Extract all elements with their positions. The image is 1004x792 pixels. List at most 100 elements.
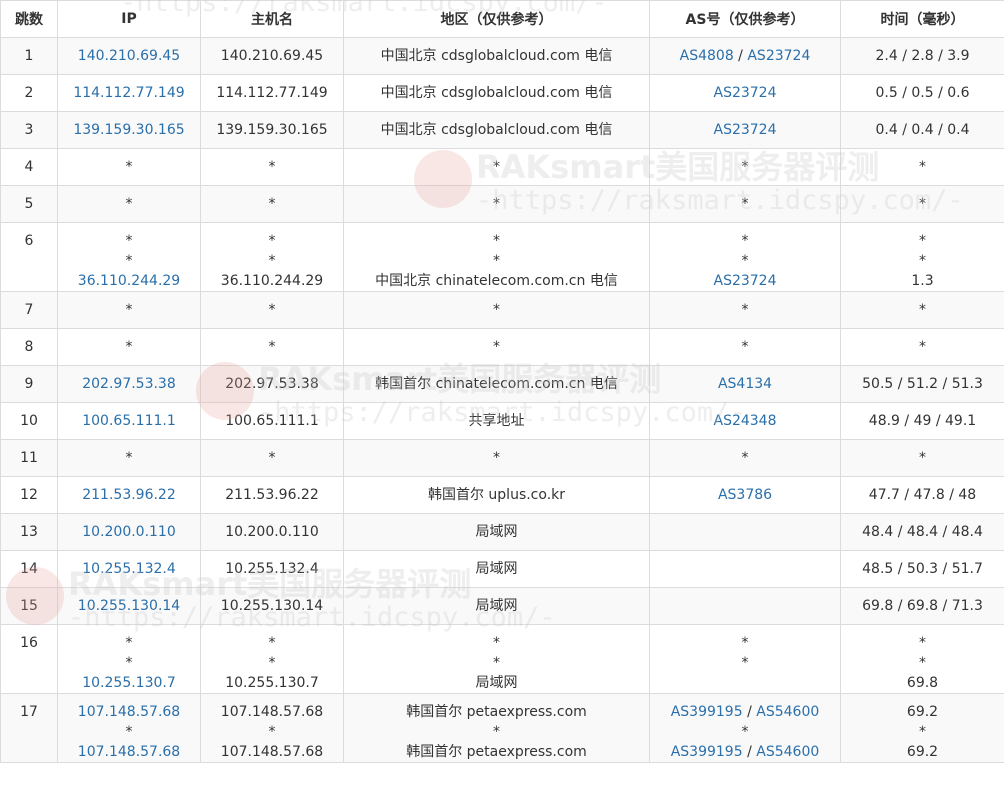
ip-cell: 114.112.77.149: [57, 74, 201, 112]
time-text: 69.2: [906, 744, 939, 760]
hostname-cell: 202.97.53.38: [200, 365, 344, 403]
as-link[interactable]: AS4808: [680, 48, 734, 64]
hostname-cell: *: [200, 148, 344, 186]
as-line: [650, 559, 840, 579]
time-cell: 2.4 / 2.8 / 3.9: [840, 37, 1004, 75]
traceroute-table: 跳数 IP 主机名 地区（仅供参考） AS号（仅供参考） 时间（毫秒） 1 140…: [0, 0, 1004, 763]
hop-number-cell: 15: [0, 587, 58, 625]
as-link[interactable]: AS399195: [671, 704, 743, 720]
host-text: *: [268, 196, 276, 212]
ip-link[interactable]: 107.148.57.68: [58, 742, 200, 762]
ip-link[interactable]: 107.148.57.68: [58, 702, 200, 722]
table-row: 1 140.210.69.45 140.210.69.45 中国北京 cdsgloba…: [0, 37, 1004, 75]
hop-number: 7: [24, 302, 34, 318]
hostname-cell: *: [200, 185, 344, 223]
as-line: AS23724: [650, 83, 840, 103]
ip-link[interactable]: 36.110.244.29: [58, 271, 200, 291]
time-text: 1.3: [911, 273, 934, 289]
as-link[interactable]: AS23724: [714, 122, 777, 138]
time-text: *: [919, 339, 926, 355]
as-line: AS4134: [650, 374, 840, 394]
as-line: AS23724: [650, 120, 840, 140]
as-separator: /: [742, 704, 757, 720]
hostname-cell: 139.159.30.165: [200, 111, 344, 149]
ip-cell: *: [57, 148, 201, 186]
time-cell: *: [840, 328, 1004, 366]
time-cell: 48.5 / 50.3 / 51.7: [840, 550, 1004, 588]
as-cell: [649, 550, 841, 588]
hop-number-cell: 14: [0, 550, 58, 588]
time-text: *: [919, 635, 926, 651]
as-link[interactable]: AS23724: [714, 85, 777, 101]
table-row: 13 10.200.0.110 10.200.0.110 局域网 48.4 / 48.4…: [0, 513, 1004, 551]
ip-text: *: [125, 302, 133, 318]
host-text: 211.53.96.22: [225, 487, 319, 503]
as-link[interactable]: AS54600: [756, 704, 819, 720]
time-cell: 69.2 * 69.2: [840, 693, 1004, 763]
as-cell: AS399195 / AS54600 * AS399195 / AS54600: [649, 693, 841, 763]
ip-link[interactable]: 100.65.111.1: [58, 411, 200, 431]
region-text: 中国北京 chinatelecom.com.cn 电信: [375, 273, 618, 289]
column-header-time: 时间（毫秒）: [840, 0, 1004, 38]
region-cell: * * 局域网: [343, 624, 650, 694]
ip-link[interactable]: 10.255.130.7: [58, 673, 200, 693]
host-text: 140.210.69.45: [220, 48, 324, 64]
as-cell: AS4134: [649, 365, 841, 403]
ip-link[interactable]: 10.255.132.4: [58, 559, 200, 579]
ip-text: *: [125, 655, 133, 671]
ip-link[interactable]: 140.210.69.45: [58, 46, 200, 66]
hostname-cell: 107.148.57.68 * 107.148.57.68: [200, 693, 344, 763]
as-placeholder: *: [741, 339, 749, 355]
time-cell: *: [840, 439, 1004, 477]
as-link[interactable]: AS54600: [756, 744, 819, 760]
ip-cell: *: [57, 439, 201, 477]
ip-link[interactable]: 10.255.130.14: [58, 596, 200, 616]
hostname-cell: 10.200.0.110: [200, 513, 344, 551]
as-link[interactable]: AS4134: [718, 376, 772, 392]
ip-link[interactable]: 211.53.96.22: [58, 485, 200, 505]
as-cell: * * AS23724: [649, 222, 841, 292]
as-cell: * *: [649, 624, 841, 694]
host-text: *: [268, 253, 276, 269]
as-cell: *: [649, 148, 841, 186]
region-cell: * * 中国北京 chinatelecom.com.cn 电信: [343, 222, 650, 292]
ip-link[interactable]: 202.97.53.38: [58, 374, 200, 394]
host-text: 114.112.77.149: [216, 85, 328, 101]
as-line: *: [650, 251, 840, 271]
as-cell: AS24348: [649, 402, 841, 440]
region-text: 韩国首尔 chinatelecom.com.cn 电信: [375, 376, 618, 392]
time-text: *: [919, 253, 926, 269]
table-row: 3 139.159.30.165 139.159.30.165 中国北京 cdsglo…: [0, 111, 1004, 149]
as-link[interactable]: AS399195: [671, 744, 743, 760]
time-cell: *: [840, 291, 1004, 329]
host-text: *: [268, 635, 276, 651]
as-line: [650, 596, 840, 616]
time-cell: 0.5 / 0.5 / 0.6: [840, 74, 1004, 112]
table-header-row: 跳数 IP 主机名 地区（仅供参考） AS号（仅供参考） 时间（毫秒）: [0, 0, 1004, 38]
as-link[interactable]: AS23724: [747, 48, 810, 64]
hostname-cell: 114.112.77.149: [200, 74, 344, 112]
hostname-cell: * * 36.110.244.29: [200, 222, 344, 292]
as-line: AS3786: [650, 485, 840, 505]
as-link[interactable]: AS24348: [714, 413, 777, 429]
hop-number: 3: [24, 122, 34, 138]
hop-number: 13: [20, 524, 38, 540]
ip-link[interactable]: 114.112.77.149: [58, 83, 200, 103]
as-placeholder: *: [741, 253, 749, 269]
ip-link[interactable]: 10.200.0.110: [58, 522, 200, 542]
ip-link[interactable]: 139.159.30.165: [58, 120, 200, 140]
as-line: *: [650, 194, 840, 214]
time-text: *: [919, 233, 926, 249]
region-text: *: [493, 159, 500, 175]
as-separator: /: [733, 48, 748, 64]
as-link[interactable]: AS3786: [718, 487, 772, 503]
host-text: *: [268, 655, 276, 671]
host-text: 10.255.132.4: [225, 561, 319, 577]
region-cell: 局域网: [343, 550, 650, 588]
hop-number-cell: 1: [0, 37, 58, 75]
hop-number-cell: 7: [0, 291, 58, 329]
as-link[interactable]: AS23724: [714, 273, 777, 289]
ip-text: *: [125, 159, 133, 175]
as-placeholder: *: [741, 635, 749, 651]
table-row: 5 * * * * *: [0, 185, 1004, 223]
